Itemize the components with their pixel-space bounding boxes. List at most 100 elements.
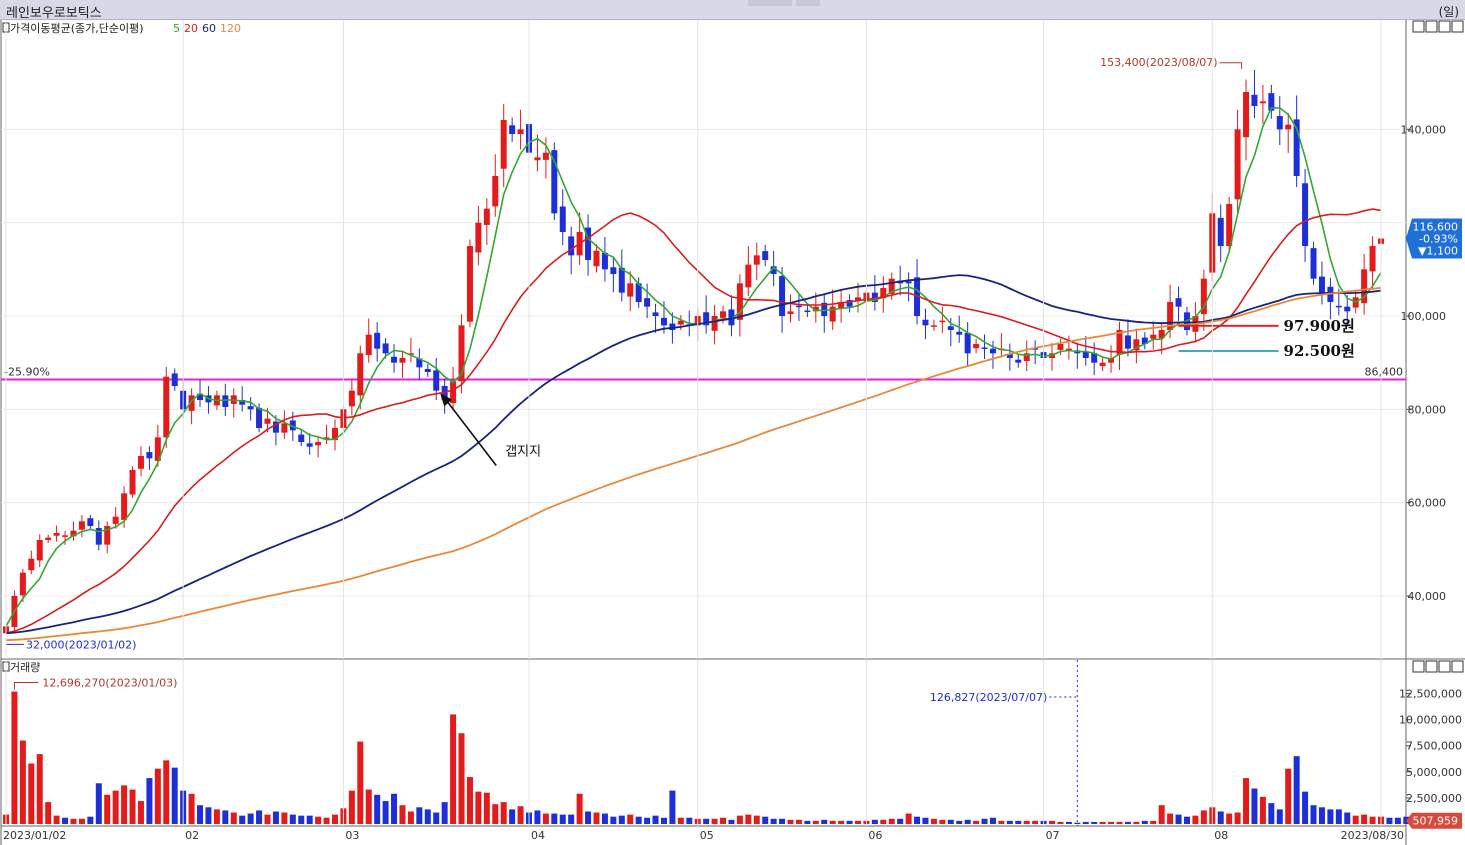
volume-bar [1394,817,1401,824]
price-tick-label: 60,000 [1408,497,1447,510]
candle-body [306,443,313,447]
volume-bar [1352,815,1359,824]
candle-body [1057,344,1064,350]
candle-body [137,456,144,469]
volume-bar [53,815,60,824]
candle-body [627,283,634,297]
volume-bar [677,817,684,824]
volume-bar [475,791,482,824]
candle-body [382,343,389,354]
candle-body [36,540,43,561]
volume-bar [1091,821,1098,824]
volume-bar [1302,791,1309,824]
volume-bar [871,819,878,824]
volume-bar [1386,817,1393,824]
volume-bar [669,790,676,824]
volume-bar [897,818,904,824]
price-tick-label: 100,000 [1401,310,1447,323]
volume-bar [720,817,727,824]
candle-body [1310,248,1317,279]
support-left-label: -25.90% [4,365,50,378]
candle-body [610,267,617,274]
volume-bar [1234,812,1241,824]
candle-body [87,518,94,526]
candle-body [593,250,600,267]
volume-bar [1175,814,1182,824]
candle-body [981,347,988,350]
volume-min-marker-label: 126,827(2023/07/07) [930,691,1047,704]
volume-bar [62,817,69,824]
volume-bar [829,820,836,824]
volume-bar [247,813,254,824]
candle-body [1124,335,1131,349]
candle-body [112,516,119,524]
volume-bar [1369,816,1376,824]
ma-legend-item: 20 [184,22,198,35]
volume-bar [644,817,651,824]
x-tick-label: 02 [185,829,199,842]
candle-body [298,434,305,442]
volume-bar [981,818,988,824]
volume-bar [1327,809,1334,824]
candle-body [1234,129,1241,200]
volume-tick-label: 10,000,000 [1399,714,1462,727]
candle-body [534,157,541,161]
candle-body [492,176,499,207]
volume-bar [365,789,372,824]
volume-bar [838,820,845,824]
volume-bar [1268,803,1275,824]
current-volume: 507,959 [1413,815,1459,828]
volume-bar [1335,809,1342,824]
volume-max-marker-label: 12,696,270(2023/01/03) [42,677,177,690]
volume-bar [87,816,94,824]
volume-bar [652,815,659,824]
candle-body [53,533,60,536]
volume-bar [854,820,861,824]
volume-bar [500,802,507,824]
volume-bar [1082,821,1089,824]
volume-bar [779,818,786,824]
candle-body [1318,276,1325,293]
volume-bar [745,814,752,824]
volume-bar [762,816,769,824]
volume-bar [711,818,718,824]
volume-bar [914,816,921,824]
candle-body [720,311,727,318]
candle-body [146,452,153,459]
price-panel-header: 가격이동평균(종가,단순이평) 5 20 60 120 [2,22,241,35]
volume-bar [559,814,566,824]
candle-body [315,442,322,446]
volume-bar [1015,820,1022,824]
candle-body [930,325,937,327]
volume-bar [239,815,246,824]
candle-body [660,317,667,326]
volume-bar [1259,796,1266,824]
volume-bar [821,819,828,824]
volume-bar [281,812,288,824]
volume-bar [11,691,18,824]
volume-bar [483,792,490,824]
volume-bar [1065,821,1072,824]
candle-body [922,319,929,326]
candle-body [264,418,271,424]
candle-body [424,368,431,372]
candle-body [947,326,954,330]
current-change: ▼1,100 [1418,245,1458,258]
candle-body [348,390,355,407]
candle-body [652,312,659,316]
candle-body [568,236,575,256]
volume-bar [298,815,305,824]
low-marker-label: 32,000(2023/01/02) [26,638,136,651]
candle-body [509,125,516,134]
volume-bar [205,807,212,824]
volume-bar [787,819,794,824]
candle-body [1150,334,1157,339]
volume-bar [272,811,279,824]
volume-bar [163,760,170,824]
stock-chart[interactable]: 가격이동평균(종가,단순이평) 5 20 60 120 거래량 40,000 60,00… [0,0,1465,845]
volume-bar [1192,815,1199,824]
candle-body [62,535,69,537]
price-panel-title: 가격이동평균(종가,단순이평) [10,22,144,35]
price-tick-label: 40,000 [1408,590,1447,603]
volume-bar [1032,820,1039,824]
